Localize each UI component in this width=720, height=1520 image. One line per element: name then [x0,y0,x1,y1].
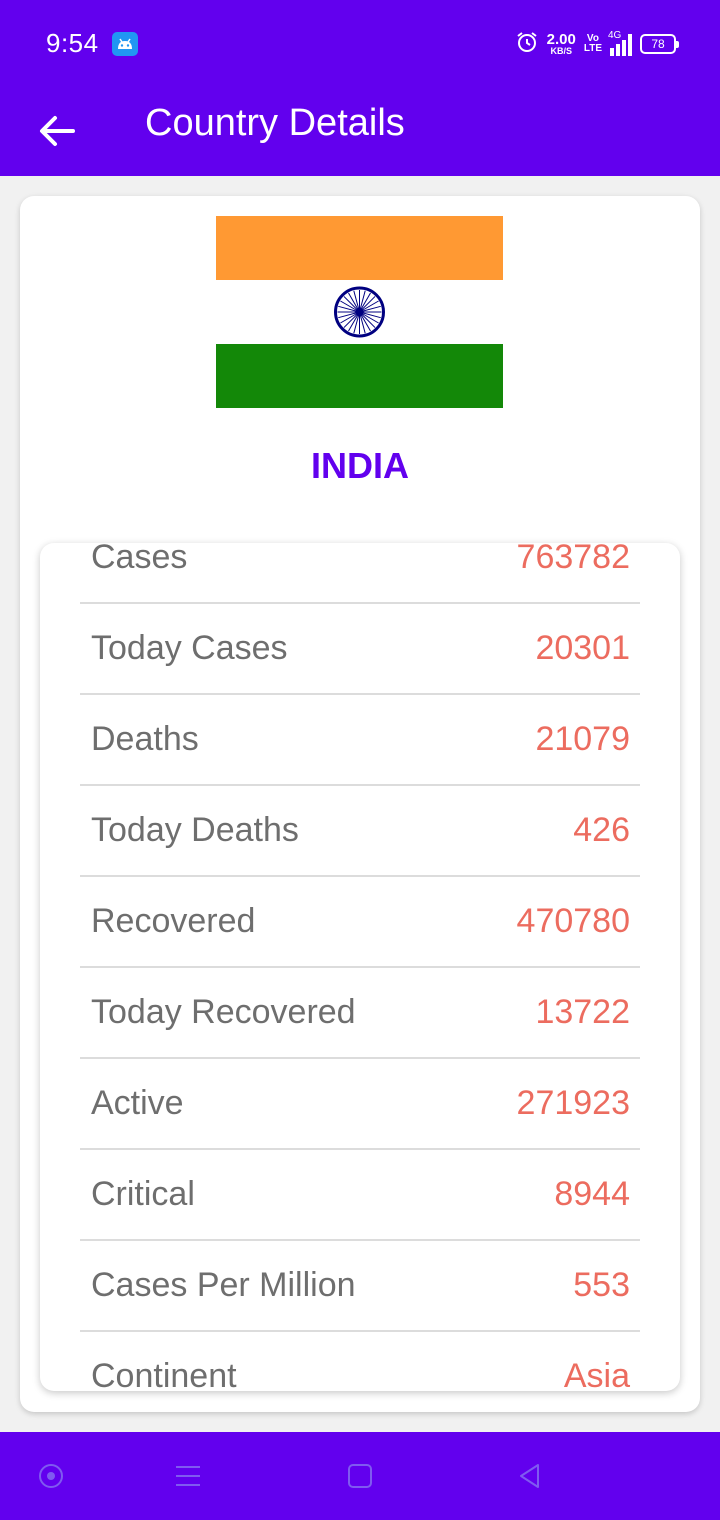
network-type: 4G [608,30,622,41]
stat-row: Active 271923 [80,1059,640,1150]
stat-row: Cases Per Million 553 [80,1241,640,1332]
alarm-icon [515,30,539,59]
stat-row: Cases 763782 [80,543,640,604]
stat-row: Deaths 21079 [80,695,640,786]
menu-button[interactable] [168,1456,208,1496]
stat-value: 426 [573,811,630,849]
stat-row: Critical 8944 [80,1150,640,1241]
country-flag [216,216,503,408]
stats-card[interactable]: Cases 763782 Today Cases 20301 Deaths 21079 To… [40,543,680,1391]
assistant-button[interactable] [31,1456,71,1496]
stat-value: 20301 [535,629,630,667]
stat-label: Deaths [91,720,199,758]
country-card: INDIA Cases 763782 Today Cases 20301 Deaths 2… [20,196,700,1412]
status-time: 9:54 [46,28,99,58]
system-nav-bar [0,1432,720,1520]
country-name: INDIA [311,445,409,486]
net-speed-value: 2.00 [546,31,576,48]
stat-value: 13722 [535,993,630,1031]
page-title: Country Details [145,102,405,144]
stat-label: Active [91,1084,184,1122]
stat-value: 8944 [554,1175,630,1213]
nav-back-button[interactable] [510,1456,550,1496]
stat-value: 763782 [516,543,630,576]
stat-row: Recovered 470780 [80,877,640,968]
stats-list: Cases 763782 Today Cases 20301 Deaths 21079 To… [80,543,640,1391]
back-button[interactable] [28,102,86,160]
stat-row: Continent Asia [80,1332,640,1391]
battery-icon: 78 [640,34,679,54]
home-square-icon [348,1464,372,1488]
stat-value: 271923 [516,1084,630,1122]
stat-label: Recovered [91,902,256,940]
stat-label: Critical [91,1175,195,1213]
status-bar: 9:54 2.00 KB/S Vo LTE 4G 78 [0,0,720,88]
back-triangle-icon [520,1464,539,1488]
stat-row: Today Deaths 426 [80,786,640,877]
stat-value: 470780 [516,902,630,940]
battery-level: 78 [651,37,665,51]
home-button[interactable] [340,1456,380,1496]
volte-bottom: LTE [583,43,602,54]
stat-row: Today Cases 20301 [80,604,640,695]
android-debug-icon [112,32,138,56]
net-speed-unit: KB/S [550,46,572,56]
stat-label: Today Recovered [91,993,356,1031]
status-indicators: 2.00 KB/S Vo LTE 4G 78 [515,28,679,60]
assistant-circle-icon [39,1464,63,1488]
stat-value: Asia [563,1357,630,1391]
stat-label: Today Deaths [91,811,299,849]
stat-label: Cases Per Million [91,1266,356,1304]
stat-value: 553 [573,1266,630,1304]
app-bar: Country Details [0,88,720,176]
arrow-left-icon [40,116,75,146]
stat-label: Cases [91,543,188,576]
stat-label: Today Cases [91,629,288,667]
menu-icon [176,1466,200,1486]
stat-label: Continent [91,1357,237,1391]
stat-row: Today Recovered 13722 [80,968,640,1059]
volte-indicator: Vo LTE [584,34,602,54]
signal-icon: 4G [608,30,632,56]
net-speed: 2.00 KB/S [547,32,576,56]
stat-value: 21079 [535,720,630,758]
